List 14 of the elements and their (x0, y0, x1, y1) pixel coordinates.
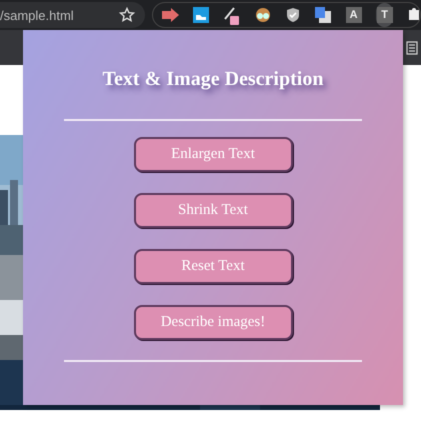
window-icon[interactable] (193, 5, 209, 25)
shield-icon[interactable] (285, 5, 301, 25)
popup-button[interactable]: Describe images! (134, 305, 292, 340)
popup-button[interactable]: Enlargen Text (134, 137, 292, 172)
bookmark-star-icon[interactable] (119, 7, 135, 23)
extension-button[interactable]: T (376, 3, 394, 27)
popup-button[interactable]: Shrink Text (134, 193, 292, 228)
popup-button[interactable]: Reset Text (134, 249, 292, 284)
reading-list-icon[interactable] (406, 40, 418, 54)
popup-title: Text & Image Description (102, 68, 324, 91)
eyedropper-icon[interactable] (223, 5, 241, 25)
url-text: /sample.html (0, 8, 74, 22)
arrow-icon[interactable] (161, 5, 179, 25)
address-bar[interactable]: /sample.html (0, 2, 145, 28)
